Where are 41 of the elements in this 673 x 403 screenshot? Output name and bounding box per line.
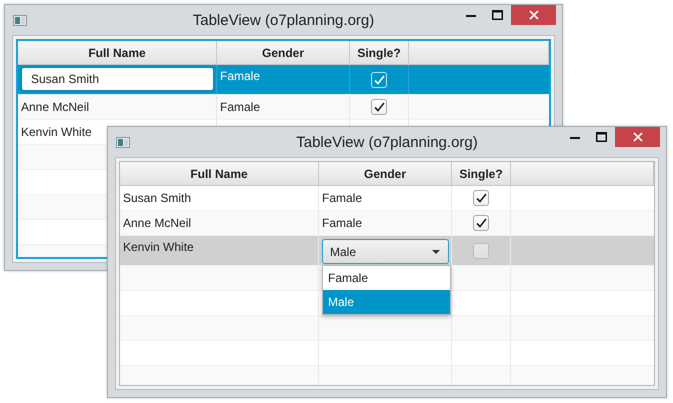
table-cell: Famale xyxy=(322,216,362,230)
maximize-icon xyxy=(596,132,607,142)
close-button[interactable] xyxy=(511,5,556,25)
table-row[interactable]: Susan Smith Famale xyxy=(18,65,549,95)
table-cell: Famale xyxy=(322,191,362,205)
app-icon xyxy=(116,136,130,148)
single-checkbox[interactable] xyxy=(473,242,489,258)
column-header[interactable]: Single? xyxy=(452,162,511,186)
column-header[interactable]: Gender xyxy=(319,162,452,186)
gender-dropdown[interactable]: Male xyxy=(322,239,449,264)
dropdown-option[interactable]: Famale xyxy=(323,266,450,290)
table-row[interactable]: Anne McNeil Famale xyxy=(18,95,549,120)
caret-icon xyxy=(432,250,440,254)
name-input[interactable]: Susan Smith xyxy=(21,67,214,91)
check-icon xyxy=(374,102,384,112)
close-button[interactable] xyxy=(615,127,660,147)
table-row[interactable]: Susan Smith Famale xyxy=(120,186,654,211)
column-header[interactable]: Full Name xyxy=(18,41,217,65)
close-icon xyxy=(528,10,538,20)
table-cell: Anne McNeil xyxy=(21,100,90,114)
table-cell: Kenvin White xyxy=(21,125,92,139)
check-icon xyxy=(476,218,486,228)
column-header[interactable]: Gender xyxy=(217,41,350,65)
table-cell: Anne McNeil xyxy=(123,216,192,230)
table-cell: Kenvin White xyxy=(123,240,194,254)
app-icon xyxy=(13,14,27,26)
table-cell: Susan Smith xyxy=(123,191,192,205)
single-checkbox[interactable] xyxy=(473,190,489,206)
single-checkbox[interactable] xyxy=(371,99,387,115)
close-icon xyxy=(632,132,642,142)
check-icon xyxy=(374,74,384,84)
maximize-icon xyxy=(492,10,503,20)
table-cell: Famale xyxy=(220,100,260,114)
column-header[interactable]: Single? xyxy=(350,41,409,65)
window-title: TableView (o7planning.org) xyxy=(192,12,374,28)
table-row[interactable]: Anne McNeil Famale xyxy=(120,211,654,236)
check-icon xyxy=(476,193,486,203)
column-header[interactable]: Full Name xyxy=(120,162,319,186)
table-cell: Famale xyxy=(220,69,260,83)
single-checkbox[interactable] xyxy=(473,215,489,231)
window-title: TableView (o7planning.org) xyxy=(296,134,478,150)
